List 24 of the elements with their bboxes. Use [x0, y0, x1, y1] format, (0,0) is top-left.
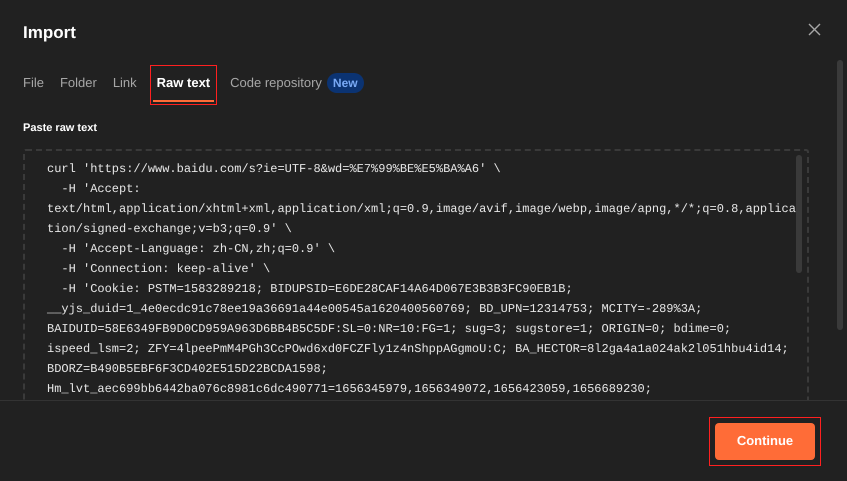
- field-label: Paste raw text: [23, 121, 98, 136]
- code-line: text/html,application/xhtml+xml,application/xml;q=0.9,image/avif,image/webp,image/apng,*/*;q=0.8,applica: [47, 200, 796, 218]
- code-line: -H 'Accept-Language: zh-CN,zh;q=0.9' \: [60, 240, 336, 258]
- code-line: -H 'Cookie: PSTM=1583289218; BIDUPSID=E6DE28CAF14A64D067E3B3B3FC90EB1B;: [60, 280, 573, 298]
- raw-text-area[interactable]: [23, 148, 809, 400]
- code-line: __yjs_duid=1_4e0ecdc91c78ee19a36691a44e00545a1620400560769; BD_UPN=12314753; MCITY=-289%3A;: [47, 300, 702, 318]
- code-line: tion/signed-exchange;v=b3;q=0.9' \: [47, 220, 292, 238]
- code-line: BAIDUID=58E6349FB9D0CD959A963D6BB4B5C5DF:SL=0:NR=10:FG=1; sug=3; sugstore=1; ORIGIN=0; bdime=0;: [47, 320, 732, 338]
- new-badge: New: [326, 73, 364, 94]
- close-icon: [808, 22, 820, 36]
- tab[interactable]: Link: [112, 68, 137, 102]
- tab[interactable]: Folder: [60, 68, 97, 102]
- scrollbar[interactable]: [837, 60, 843, 330]
- code-line: ispeed_lsm=2; ZFY=4lpeePmM4PGh3CcPOwd6xd0FCZFly1z4nShppAGgmoU:C; BA_HECTOR=8l2ga4a1a024ak2l051hbu4id14;: [47, 340, 789, 358]
- code-line: Hm_lvt_aec699bb6442ba076c8981c6dc490771=1656345979,1656349072,1656423059,1656689230;: [47, 380, 652, 398]
- code-line: -H 'Connection: keep-alive' \: [60, 260, 270, 278]
- dialog-title: Import: [23, 22, 76, 44]
- tab[interactable]: Code repository: [230, 68, 322, 102]
- code-line: BDORZ=B490B5EBF6F3CD402E515D22BCDA1598;: [47, 360, 328, 378]
- code-line: curl 'https://www.baidu.com/s?ie=UTF-8&wd=%E7%99%BE%E5%BA%A6' \: [47, 160, 501, 178]
- scrollbar[interactable]: [796, 154, 802, 272]
- tab[interactable]: Raw text: [152, 68, 214, 102]
- code-line: -H 'Accept:: [60, 180, 141, 198]
- tab[interactable]: File: [23, 68, 44, 102]
